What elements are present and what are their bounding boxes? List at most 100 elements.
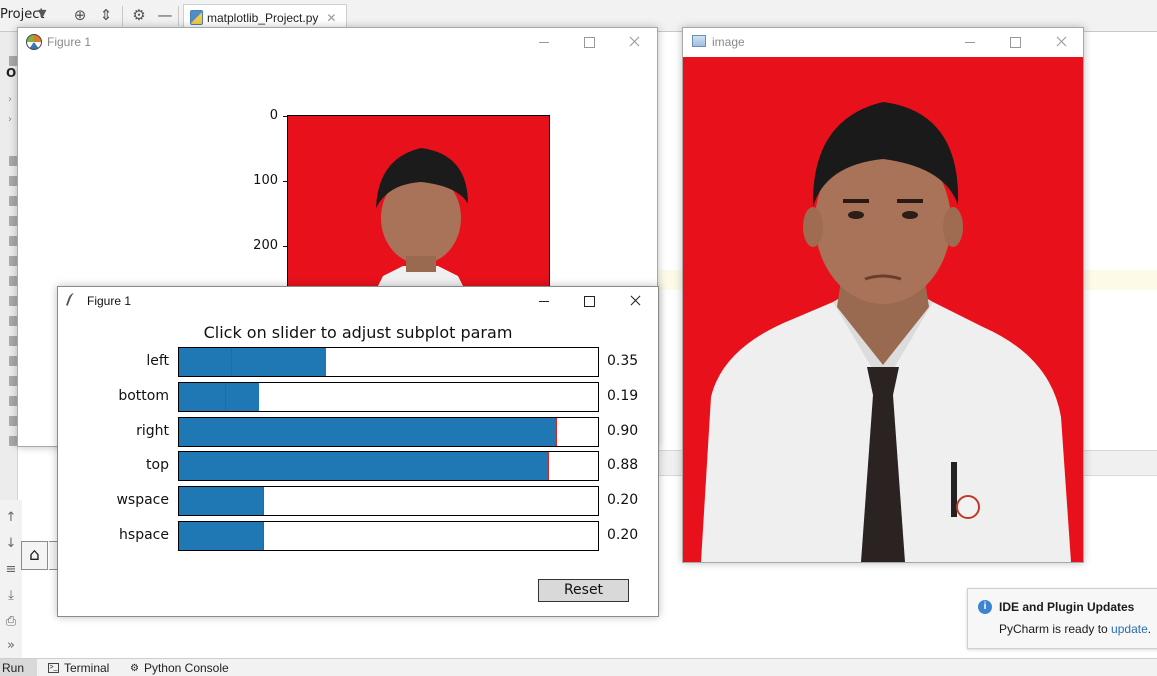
- file-icon[interactable]: [9, 216, 17, 226]
- slider-left[interactable]: [178, 347, 599, 377]
- slider-top[interactable]: [178, 451, 599, 482]
- python-console-icon: ⚙: [130, 662, 139, 674]
- info-icon: i: [978, 600, 992, 614]
- slider-row-left: left 0.35: [58, 347, 658, 377]
- close-button[interactable]: [1047, 31, 1075, 53]
- subplot-tool-titlebar[interactable]: Figure 1: [58, 287, 658, 315]
- expand-icon[interactable]: »: [3, 638, 19, 654]
- terminal-icon: >_: [48, 663, 59, 673]
- python-console-tab[interactable]: ⚙ Python Console: [130, 661, 229, 675]
- home-icon[interactable]: ⌂: [21, 541, 48, 570]
- slider-initial-marker: [548, 452, 549, 481]
- slider-row-wspace: wspace 0.20: [58, 486, 658, 517]
- file-icon[interactable]: [9, 276, 17, 286]
- close-icon[interactable]: ✕: [326, 11, 336, 25]
- editor-tab-label: matplotlib_Project.py: [207, 10, 319, 25]
- run-tab[interactable]: Run: [0, 659, 37, 676]
- file-icon[interactable]: [9, 436, 17, 446]
- image-window-titlebar[interactable]: image: [683, 28, 1083, 56]
- folder-icon[interactable]: [9, 56, 17, 66]
- figure-window-titlebar[interactable]: Figure 1: [18, 28, 657, 56]
- scroll-to-end-icon[interactable]: ⤓: [3, 588, 19, 604]
- image-window-title: image: [712, 35, 745, 49]
- slider-value: 0.88: [607, 457, 639, 474]
- terminal-tab[interactable]: >_ Terminal: [48, 661, 109, 675]
- slider-right[interactable]: [178, 416, 599, 447]
- slider-fill: [179, 452, 548, 481]
- figure-window-title: Figure 1: [47, 35, 92, 49]
- slider-bottom[interactable]: [178, 381, 599, 412]
- file-icon[interactable]: [9, 296, 17, 306]
- update-notification: i IDE and Plugin Updates PyCharm is read…: [967, 588, 1157, 649]
- minimize-button[interactable]: [530, 290, 558, 312]
- displayed-image: [683, 57, 1083, 562]
- print-icon[interactable]: ⎙: [3, 614, 19, 630]
- minus-icon[interactable]: —: [155, 5, 175, 25]
- gear-icon[interactable]: ⚙: [129, 5, 149, 25]
- notification-body-suffix: .: [1147, 622, 1152, 636]
- file-icon[interactable]: [9, 176, 17, 186]
- image-window: image: [682, 27, 1084, 563]
- maximize-button[interactable]: [575, 31, 603, 53]
- slider-label: wspace: [116, 492, 169, 509]
- chevron-right-icon[interactable]: ›: [8, 114, 12, 125]
- bottom-tool-window-bar: Run >_ Terminal ⚙ Python Console: [0, 658, 1157, 676]
- slider-initial-marker: [556, 417, 557, 446]
- close-button[interactable]: [620, 31, 648, 53]
- slider-value: 0.90: [607, 422, 639, 439]
- chevron-down-icon[interactable]: ▼: [38, 7, 46, 20]
- figure-toolbar-partial: [49, 541, 57, 570]
- file-icon[interactable]: [9, 236, 17, 246]
- slider-wspace[interactable]: [178, 486, 599, 517]
- minimize-button[interactable]: [956, 31, 984, 53]
- file-icon[interactable]: [9, 196, 17, 206]
- minimize-button[interactable]: [530, 31, 558, 53]
- slider-hspace[interactable]: [178, 521, 599, 551]
- file-icon[interactable]: [9, 336, 17, 346]
- slider-fill: [179, 522, 263, 550]
- slider-fill: [179, 417, 556, 446]
- arrow-up-icon[interactable]: ↑: [3, 510, 19, 526]
- file-icon[interactable]: [9, 416, 17, 426]
- feather-icon: [65, 292, 79, 308]
- subplot-tool-title: Figure 1: [87, 294, 132, 308]
- slider-label: left: [146, 353, 169, 369]
- file-icon[interactable]: [9, 316, 17, 326]
- chevron-right-icon[interactable]: ›: [8, 94, 12, 105]
- y-tick-label: 200: [253, 238, 278, 253]
- subplot-tool-window: Figure 1 Click on slider to adjust subpl…: [57, 286, 659, 617]
- file-icon[interactable]: [9, 256, 17, 266]
- run-tab-label: Run: [2, 661, 25, 675]
- slider-initial-marker: [231, 348, 232, 376]
- maximize-button[interactable]: [1001, 31, 1029, 53]
- notification-body-text: PyCharm is ready to: [999, 622, 1112, 636]
- collapse-icon[interactable]: ⇕: [96, 5, 116, 25]
- slider-fill: [179, 382, 259, 411]
- matplotlib-logo-icon: [26, 34, 42, 50]
- file-icon[interactable]: [9, 356, 17, 366]
- slider-label: top: [146, 457, 169, 474]
- slider-row-right: right 0.90: [58, 416, 658, 447]
- slider-initial-marker: [263, 522, 264, 550]
- arrow-down-icon[interactable]: ↓: [3, 536, 19, 552]
- soft-wrap-icon[interactable]: ≡: [3, 562, 19, 578]
- axes-image: [287, 115, 550, 305]
- toolbar-divider: [178, 6, 179, 26]
- notification-title: IDE and Plugin Updates: [999, 600, 1135, 614]
- toolbar-divider: [122, 6, 123, 26]
- update-link[interactable]: update: [1111, 622, 1148, 636]
- slider-initial-marker: [263, 487, 264, 516]
- file-icon[interactable]: [9, 376, 17, 386]
- file-icon[interactable]: [9, 156, 17, 166]
- slider-fill: [179, 348, 326, 376]
- file-icon[interactable]: [9, 396, 17, 406]
- portrait-photo: [683, 57, 1083, 562]
- slider-label: hspace: [119, 527, 169, 543]
- notification-body: PyCharm is ready to update.: [999, 622, 1151, 636]
- maximize-button[interactable]: [575, 290, 603, 312]
- close-button[interactable]: [621, 290, 649, 312]
- slider-fill: [179, 487, 263, 516]
- reset-button[interactable]: Reset: [538, 579, 629, 602]
- target-icon[interactable]: ⊕: [70, 5, 90, 25]
- slider-initial-marker: [225, 382, 226, 411]
